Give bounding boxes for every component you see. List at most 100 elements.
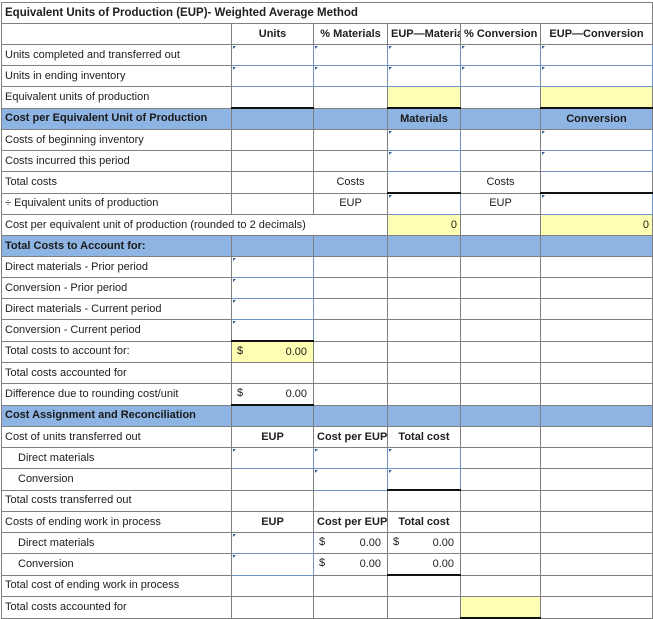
cell-dm-current-c5 — [460, 298, 541, 320]
input-conv-current-amount[interactable] — [231, 319, 314, 342]
row-label-conv-prior: Conversion - Prior period — [1, 277, 232, 299]
header-pct-conversion: % Conversion — [460, 23, 541, 45]
row-label-total-cost-ending-wip: Total cost of ending work in process — [1, 574, 232, 597]
cell-wip-conv-c5 — [460, 553, 541, 576]
subheader-transferred-cost-per-eup: Cost per EUP — [313, 426, 388, 448]
currency-symbol: $ — [237, 387, 244, 399]
row-label-cost-per-equivalent-unit: Cost per equivalent unit of production (… — [1, 214, 388, 236]
section-spacer-ca-eupc — [540, 404, 653, 427]
input-divide-eup-materials[interactable] — [387, 192, 461, 215]
header-blank — [1, 23, 232, 45]
input-dm-current-amount[interactable] — [231, 298, 314, 320]
input-beginning-inventory-conversion[interactable] — [540, 129, 653, 151]
cell-costs-incurred-pct-conversion — [460, 150, 541, 172]
cell-conv-current-c4 — [387, 319, 461, 342]
output-equivalent-units-eup-conversion — [540, 86, 653, 109]
cell-total-transferred-eup — [231, 489, 314, 512]
table-row: Costs of beginning inventory — [1, 129, 653, 151]
cell-transferred-hdr-c5 — [460, 426, 541, 448]
input-costs-incurred-conversion[interactable] — [540, 150, 653, 172]
row-label-wip-direct-materials: Direct materials — [1, 532, 232, 554]
input-units-completed-pct-materials[interactable] — [313, 44, 388, 66]
cell-cost-per-unit-pct-conversion — [460, 214, 541, 236]
section-title-total-costs: Total Costs to Account for: — [1, 235, 232, 257]
header-pct-materials: % Materials — [313, 23, 388, 45]
cell-total-costs-units — [231, 171, 314, 194]
input-units-completed-pct-conversion[interactable] — [460, 44, 541, 66]
cell-transferred-conv-c6 — [540, 468, 653, 491]
input-units-completed-eup-materials[interactable] — [387, 44, 461, 66]
cell-grand-total-c6 — [540, 596, 653, 619]
table-row: Costs of ending work in process EUP Cost… — [1, 511, 653, 533]
cell-total-wip-total — [387, 574, 461, 597]
input-ending-inventory-pct-conversion[interactable] — [460, 65, 541, 87]
input-costs-incurred-materials[interactable] — [387, 150, 461, 172]
input-ending-inventory-pct-materials[interactable] — [313, 65, 388, 87]
cell-equivalent-units-pct-materials — [313, 86, 388, 109]
output-cost-per-unit-materials: 0 — [387, 214, 461, 236]
cell-dm-prior-c4 — [387, 256, 461, 278]
table-row: Units completed and transferred out — [1, 44, 653, 66]
value: 0.00 — [285, 345, 307, 358]
input-ending-inventory-eup-materials[interactable] — [387, 65, 461, 87]
cell-tcaf-c6 — [540, 340, 653, 363]
section-spacer-ca-eupm — [387, 404, 461, 427]
cell-grand-total-eup — [231, 596, 314, 619]
input-transferred-conv-total-cost[interactable] — [387, 468, 461, 491]
row-label-equivalent-units: Equivalent units of production — [1, 86, 232, 109]
input-ending-inventory-eup-conversion[interactable] — [540, 65, 653, 87]
input-transferred-conv-cost-per-eup[interactable] — [313, 468, 388, 491]
input-wip-conv-eup[interactable] — [231, 553, 314, 576]
section-header-cost-assignment: Cost Assignment and Reconciliation — [1, 404, 653, 427]
table-row: Conversion - Prior period — [1, 277, 653, 299]
input-units-completed-eup-conversion[interactable] — [540, 44, 653, 66]
table-row: Total cost of ending work in process — [1, 574, 653, 597]
header-units: Units — [231, 23, 314, 45]
input-transferred-dm-cost-per-eup[interactable] — [313, 447, 388, 469]
output-grand-total-accounted-for — [460, 596, 541, 619]
cell-conv-current-c5 — [460, 319, 541, 342]
cell-conv-prior-c6 — [540, 277, 653, 299]
input-dm-prior-amount[interactable] — [231, 256, 314, 278]
output-cost-per-unit-conversion: 0 — [540, 214, 653, 236]
cell-beginning-inventory-pct-conversion — [460, 129, 541, 151]
output-equivalent-units-eup-materials — [387, 86, 461, 109]
header-eup-conversion: EUP—Conversion — [540, 23, 653, 45]
input-transferred-dm-total-cost[interactable] — [387, 447, 461, 469]
input-transferred-dm-eup[interactable] — [231, 447, 314, 469]
input-ending-inventory-units[interactable] — [231, 65, 314, 87]
input-wip-dm-eup[interactable] — [231, 532, 314, 554]
input-conv-prior-amount[interactable] — [231, 277, 314, 299]
cell-conv-prior-c4 — [387, 277, 461, 299]
row-label-wip-conversion: Conversion — [1, 553, 232, 576]
page-title: Equivalent Units of Production (EUP)- We… — [1, 2, 653, 24]
eup-table: Equivalent Units of Production (EUP)- We… — [1, 2, 653, 619]
cell-dm-prior-c5 — [460, 256, 541, 278]
row-label-costs-incurred: Costs incurred this period — [1, 150, 232, 172]
cell-diff-c4 — [387, 383, 461, 406]
cell-wip-hdr-c5 — [460, 511, 541, 533]
table-row: Total costs accounted for — [1, 596, 653, 619]
table-row: Total costs accounted for — [1, 362, 653, 384]
cell-total-costs-materials — [387, 171, 461, 194]
input-units-completed-units[interactable] — [231, 44, 314, 66]
table-row: Total costs to account for: $ 0.00 — [1, 340, 653, 363]
tag-divide-eup-materials: EUP — [313, 192, 388, 215]
row-label-difference-rounding: Difference due to rounding cost/unit — [1, 383, 232, 406]
section-spacer-ca-units — [231, 404, 314, 427]
cell-tcacc-c6 — [540, 362, 653, 384]
eup-worksheet: Equivalent Units of Production (EUP)- We… — [0, 2, 653, 619]
input-divide-eup-conversion[interactable] — [540, 192, 653, 215]
tag-total-costs-materials: Costs — [313, 171, 388, 194]
section-header-total-costs: Total Costs to Account for: — [1, 235, 653, 257]
input-beginning-inventory-materials[interactable] — [387, 129, 461, 151]
cell-divide-eup-units — [231, 192, 314, 215]
table-row: Conversion — [1, 468, 653, 491]
subheader-transferred-total-cost: Total cost — [387, 426, 461, 448]
subheader-transferred-eup: EUP — [231, 426, 314, 448]
cell-conv-current-c6 — [540, 319, 653, 342]
table-row: Direct materials — [1, 447, 653, 469]
cell-beginning-inventory-pct-materials — [313, 129, 388, 151]
section-spacer-ca-pmat — [313, 404, 388, 427]
cell-tcacc-c5 — [460, 362, 541, 384]
